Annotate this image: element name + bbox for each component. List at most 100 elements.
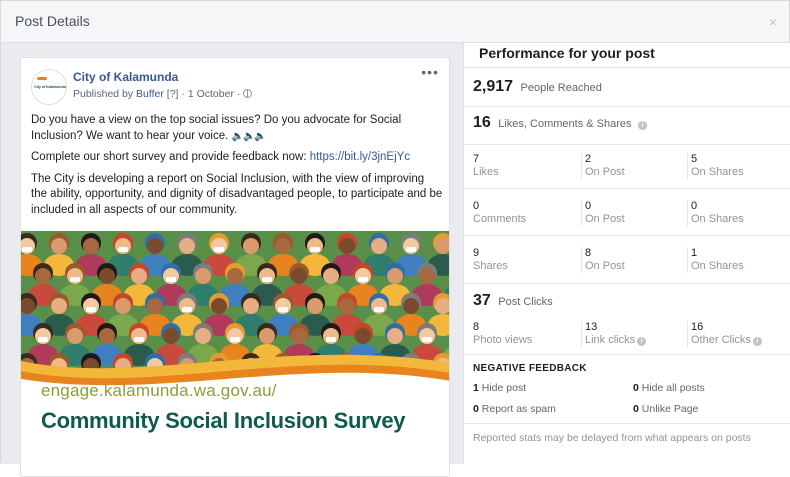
- info-icon[interactable]: i: [637, 337, 647, 346]
- post-image[interactable]: engage.kalamunda.wa.gov.au/ Community So…: [21, 231, 449, 476]
- stat-label: On Post: [585, 213, 625, 225]
- negative-feedback-title: NEGATIVE FEEDBACK: [473, 363, 587, 374]
- dialog-title: Post Details: [15, 13, 90, 29]
- crowd-figure-face: [275, 238, 291, 254]
- post-clicks-label: Post Clicks: [498, 296, 553, 308]
- crowd-figure-face: [99, 268, 115, 284]
- post-clicks-stat: 37 Post Clicks: [473, 292, 553, 310]
- stat-value: 0: [473, 200, 480, 212]
- stats-delay-note: Reported stats may be delayed from what …: [473, 432, 751, 444]
- reach-value: 2,917: [473, 78, 514, 95]
- crowd-figure-face: [211, 298, 227, 314]
- stat-label: Other Clicks: [691, 334, 751, 346]
- stat-value: 5: [691, 153, 698, 165]
- crowd-figure-face: [387, 268, 403, 284]
- crowd-figure-face: [227, 268, 243, 284]
- negative-feedback-label: Unlike Page: [641, 403, 699, 415]
- crowd-figure-face: [339, 238, 355, 254]
- stat-value: 0: [691, 200, 698, 212]
- stat-value: 8: [585, 247, 592, 259]
- crowd-figure-mask: [182, 307, 192, 312]
- stat-label: Likes: [473, 166, 499, 178]
- negative-feedback-item: 0 Unlike Page: [633, 403, 698, 415]
- post-details-dialog: Post Details × City of Kalamunda City of…: [0, 0, 790, 477]
- crowd-figure-face: [339, 298, 355, 314]
- negative-feedback-value: 0: [633, 403, 639, 415]
- close-icon[interactable]: ×: [769, 14, 777, 30]
- stat-label-with-info: Other Clicks i: [691, 334, 787, 347]
- stat-label: Shares: [473, 260, 508, 272]
- stat-cell: 1 On Shares: [687, 247, 787, 273]
- publisher-link[interactable]: Buffer: [136, 88, 164, 100]
- stat-value: 7: [473, 153, 480, 165]
- divider: [464, 354, 790, 355]
- crowd-figure-mask: [310, 247, 320, 252]
- negative-feedback-label: Hide all posts: [641, 382, 705, 394]
- stat-value: 2: [585, 153, 592, 165]
- crowd-figure-face: [51, 298, 67, 314]
- divider: [464, 106, 790, 107]
- crowd-figure-mask: [166, 277, 176, 282]
- post-paragraph-1-text: Do you have a view on the top social iss…: [31, 114, 402, 142]
- stat-label: Photo views: [473, 334, 533, 346]
- stat-label: Comments: [473, 213, 527, 225]
- stat-value: 13: [585, 321, 598, 333]
- negative-feedback-value: 1: [473, 382, 479, 394]
- crowd-figure-mask: [214, 247, 224, 252]
- negative-feedback-label: Report as spam: [481, 403, 556, 415]
- crowd-figure-mask: [118, 247, 128, 252]
- post-paragraph-2: Complete our short survey and provide fe…: [31, 150, 443, 166]
- divider: [464, 67, 790, 68]
- crowd-figure-face: [147, 298, 163, 314]
- logo-mark: [37, 77, 47, 80]
- stat-cell: 0 On Shares: [687, 200, 787, 226]
- avatar-logo-text: City of Kalamunda: [34, 84, 66, 89]
- speaker-icon: 🔈🔈🔈: [231, 130, 267, 142]
- divider: [464, 144, 790, 145]
- dialog-header: Post Details ×: [1, 1, 789, 43]
- post-paragraph-2-text: Complete our short survey and provide fe…: [31, 151, 307, 163]
- divider: [464, 235, 790, 236]
- crowd-figure-face: [179, 238, 195, 254]
- stat-cell: 8 On Post: [581, 247, 681, 273]
- avatar[interactable]: City of Kalamunda: [31, 69, 67, 105]
- crowd-figure-mask: [406, 247, 416, 252]
- negative-feedback-label: Hide post: [481, 382, 527, 394]
- stat-value: 9: [473, 247, 480, 259]
- post-date[interactable]: 1 October: [188, 88, 234, 100]
- stat-value: 0: [585, 200, 592, 212]
- divider: [464, 423, 790, 424]
- survey-link[interactable]: https://bit.ly/3jnEjYc: [310, 151, 410, 163]
- more-options-icon[interactable]: •••: [421, 64, 439, 80]
- crowd-figure-face: [419, 268, 435, 284]
- crowd-figure-mask: [86, 307, 96, 312]
- reach-label: People Reached: [520, 82, 602, 94]
- info-icon[interactable]: i: [637, 121, 647, 130]
- stat-cell: 8 Photo views: [473, 321, 573, 347]
- divider: [464, 188, 790, 189]
- globe-icon[interactable]: [243, 89, 253, 98]
- post-preview-panel: City of Kalamunda City of Kalamunda Publ…: [1, 43, 463, 477]
- negative-feedback-item: 0 Hide all posts: [633, 382, 705, 394]
- negative-feedback-value: 0: [633, 382, 639, 394]
- post-card: City of Kalamunda City of Kalamunda Publ…: [20, 57, 450, 477]
- negative-feedback-item: 0 Report as spam: [473, 403, 556, 415]
- engagement-stat: 16 Likes, Comments & Shares i: [473, 114, 647, 132]
- performance-panel: Performance for your post 2,917 People R…: [463, 43, 790, 464]
- page-name-link[interactable]: City of Kalamunda: [73, 70, 178, 84]
- crowd-figure-mask: [262, 277, 272, 282]
- divider: [464, 283, 790, 284]
- banner-url: engage.kalamunda.wa.gov.au/: [41, 381, 277, 400]
- stat-label: On Shares: [691, 260, 744, 272]
- negative-feedback-value: 0: [473, 403, 479, 415]
- crowd-figure-mask: [358, 277, 368, 282]
- stat-label: Link clicks: [585, 334, 636, 346]
- crowd-figure-mask: [278, 307, 288, 312]
- info-icon[interactable]: i: [752, 337, 762, 346]
- stat-label: On Shares: [691, 213, 744, 225]
- stat-cell: 13 Link clicks i: [581, 321, 681, 347]
- publisher-help[interactable]: [?]: [167, 88, 179, 100]
- stat-value: 8: [473, 321, 480, 333]
- stat-value: 16: [691, 321, 704, 333]
- crowd-figure-face: [243, 298, 259, 314]
